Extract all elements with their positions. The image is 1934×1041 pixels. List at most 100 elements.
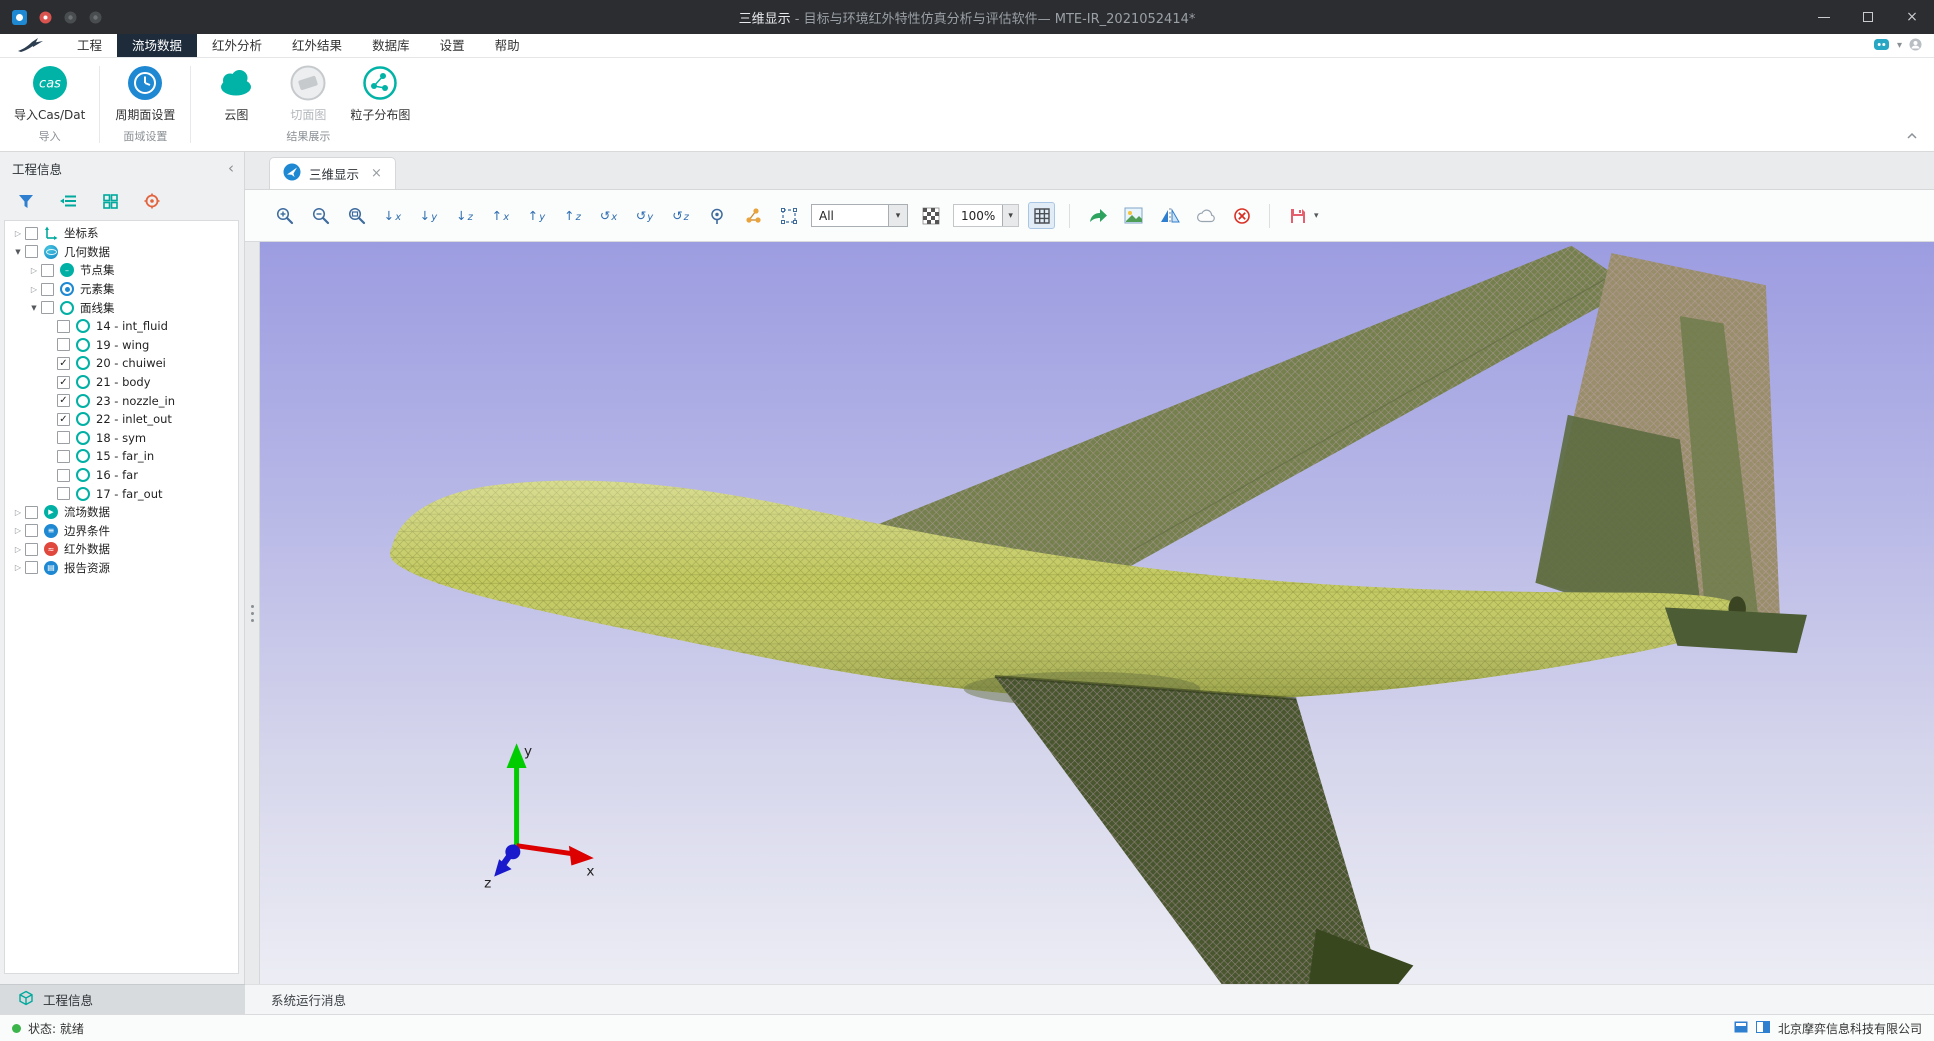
probe-icon[interactable] bbox=[703, 202, 730, 229]
minimize-button[interactable] bbox=[1802, 0, 1846, 34]
tree-expander-icon[interactable]: ▷ bbox=[11, 545, 25, 554]
tree-item-1[interactable]: ▼几何数据 bbox=[5, 243, 238, 262]
checker-icon[interactable] bbox=[917, 202, 944, 229]
box-select-icon[interactable] bbox=[775, 202, 802, 229]
cloud-icon[interactable] bbox=[1192, 202, 1219, 229]
cancel-icon[interactable] bbox=[1228, 202, 1255, 229]
tree-checkbox[interactable]: ✓ bbox=[57, 394, 70, 407]
snapshot-icon[interactable] bbox=[1120, 202, 1147, 229]
tree-item-17[interactable]: ▷≈红外数据 bbox=[5, 540, 238, 559]
tree-checkbox[interactable]: ✓ bbox=[57, 376, 70, 389]
tab-close-icon[interactable]: × bbox=[371, 166, 382, 181]
zoom-in-icon[interactable] bbox=[271, 202, 298, 229]
panel-splitter[interactable] bbox=[245, 242, 260, 984]
status-layout-icon-1[interactable] bbox=[1734, 1021, 1748, 1036]
record-dot-icon[interactable] bbox=[39, 11, 52, 24]
tree-checkbox[interactable] bbox=[25, 506, 38, 519]
display-filter-select[interactable]: All▾ bbox=[811, 204, 908, 227]
export-icon[interactable] bbox=[1084, 202, 1111, 229]
grid-icon[interactable] bbox=[100, 191, 120, 211]
viewport-3d[interactable]: x y z bbox=[260, 242, 1934, 984]
rotate-z[interactable]: ↺z bbox=[667, 202, 694, 229]
target-icon[interactable] bbox=[142, 191, 162, 211]
tree-expander-icon[interactable]: ▷ bbox=[11, 508, 25, 517]
tree-item-5[interactable]: 14 - int_fluid bbox=[5, 317, 238, 336]
tree-expander-icon[interactable]: ▼ bbox=[27, 304, 41, 312]
ribbon-button-2-0[interactable]: 云图 bbox=[205, 64, 267, 123]
tool-dot-icon-1[interactable] bbox=[64, 11, 77, 24]
rotate-y[interactable]: ↺y bbox=[631, 202, 658, 229]
status-layout-icon-2[interactable] bbox=[1756, 1021, 1770, 1036]
menu-tab-6[interactable]: 帮助 bbox=[480, 34, 535, 57]
ribbon-collapse-icon[interactable] bbox=[1906, 129, 1918, 143]
tree-checkbox[interactable]: ✓ bbox=[57, 413, 70, 426]
tree-checkbox[interactable] bbox=[57, 431, 70, 444]
menu-tab-3[interactable]: 红外结果 bbox=[277, 34, 357, 57]
view-x-down[interactable]: ↓x bbox=[379, 202, 406, 229]
tree-checkbox[interactable] bbox=[57, 450, 70, 463]
tree-item-14[interactable]: 17 - far_out bbox=[5, 484, 238, 503]
tree-item-9[interactable]: ✓23 - nozzle_in bbox=[5, 391, 238, 410]
ribbon-button-2-2[interactable]: 粒子分布图 bbox=[349, 64, 411, 123]
list-icon[interactable] bbox=[58, 191, 78, 211]
close-button[interactable]: × bbox=[1890, 0, 1934, 34]
document-tab-3d-view[interactable]: 三维显示 × bbox=[269, 157, 396, 189]
tree-item-6[interactable]: 19 - wing bbox=[5, 336, 238, 355]
tree-item-0[interactable]: ▷坐标系 bbox=[5, 224, 238, 243]
molecule-icon[interactable] bbox=[739, 202, 766, 229]
menu-tab-5[interactable]: 设置 bbox=[425, 34, 480, 57]
tree-checkbox[interactable] bbox=[25, 245, 38, 258]
tree-item-13[interactable]: 16 - far bbox=[5, 466, 238, 485]
tree-item-2[interactable]: ▷–节点集 bbox=[5, 261, 238, 280]
tree-item-4[interactable]: ▼面线集 bbox=[5, 298, 238, 317]
tool-dot-icon-2[interactable] bbox=[89, 11, 102, 24]
tree-expander-icon[interactable]: ▷ bbox=[27, 266, 41, 275]
tree-item-15[interactable]: ▷▶流场数据 bbox=[5, 503, 238, 522]
menubar-caret-icon[interactable]: ▾ bbox=[1897, 40, 1902, 51]
tree-checkbox[interactable] bbox=[25, 561, 38, 574]
zoom-out-icon[interactable] bbox=[307, 202, 334, 229]
tree-item-18[interactable]: ▷▤报告资源 bbox=[5, 559, 238, 578]
tree-checkbox[interactable] bbox=[57, 487, 70, 500]
tree-item-8[interactable]: ✓21 - body bbox=[5, 373, 238, 392]
ribbon-button-0-0[interactable]: cas导入Cas/Dat bbox=[14, 64, 85, 123]
dropdown-arrow-icon[interactable]: ▾ bbox=[888, 205, 907, 226]
tree-item-7[interactable]: ✓20 - chuiwei bbox=[5, 354, 238, 373]
view-y-down[interactable]: ↓y bbox=[415, 202, 442, 229]
maximize-button[interactable] bbox=[1846, 0, 1890, 34]
tree-checkbox[interactable] bbox=[25, 227, 38, 240]
menu-tab-4[interactable]: 数据库 bbox=[357, 34, 425, 57]
dropdown-arrow-icon[interactable]: ▾ bbox=[1002, 205, 1018, 226]
tree-checkbox[interactable] bbox=[41, 283, 54, 296]
rotate-x[interactable]: ↺x bbox=[595, 202, 622, 229]
grid-toggle[interactable] bbox=[1028, 202, 1055, 229]
view-z-up[interactable]: ↑z bbox=[559, 202, 586, 229]
tree-checkbox[interactable]: ✓ bbox=[57, 357, 70, 370]
filter-icon[interactable] bbox=[16, 191, 36, 211]
menu-tab-1[interactable]: 流场数据 bbox=[117, 34, 197, 57]
zoom-fit-icon[interactable] bbox=[343, 202, 370, 229]
viewport-3d-canvas[interactable]: x y z bbox=[260, 242, 1934, 984]
tree-item-3[interactable]: ▷元素集 bbox=[5, 280, 238, 299]
tree-checkbox[interactable] bbox=[41, 301, 54, 314]
menu-tab-2[interactable]: 红外分析 bbox=[197, 34, 277, 57]
view-x-up[interactable]: ↑x bbox=[487, 202, 514, 229]
tree-checkbox[interactable] bbox=[57, 338, 70, 351]
tree-expander-icon[interactable]: ▷ bbox=[11, 229, 25, 238]
tree-expander-icon[interactable]: ▷ bbox=[11, 526, 25, 535]
tree-expander-icon[interactable]: ▼ bbox=[11, 248, 25, 256]
panel-collapse-icon[interactable]: ‹ bbox=[228, 161, 234, 176]
tree-item-16[interactable]: ▷≡边界条件 bbox=[5, 522, 238, 541]
tree-item-11[interactable]: 18 - sym bbox=[5, 429, 238, 448]
user-circle-icon[interactable] bbox=[1909, 38, 1922, 54]
ribbon-button-1-0[interactable]: 周期面设置 bbox=[114, 64, 176, 123]
tree-checkbox[interactable] bbox=[25, 543, 38, 556]
menu-tab-0[interactable]: 工程 bbox=[62, 34, 117, 57]
tree-checkbox[interactable] bbox=[25, 524, 38, 537]
view-y-up[interactable]: ↑y bbox=[523, 202, 550, 229]
save-dropdown-button[interactable]: ▾ bbox=[1284, 202, 1319, 229]
mirror-icon[interactable] bbox=[1156, 202, 1183, 229]
tree-item-12[interactable]: 15 - far_in bbox=[5, 447, 238, 466]
zoom-level-select[interactable]: 100%▾ bbox=[953, 204, 1019, 227]
project-panel-bottom-tab[interactable]: 工程信息 bbox=[0, 984, 245, 1014]
